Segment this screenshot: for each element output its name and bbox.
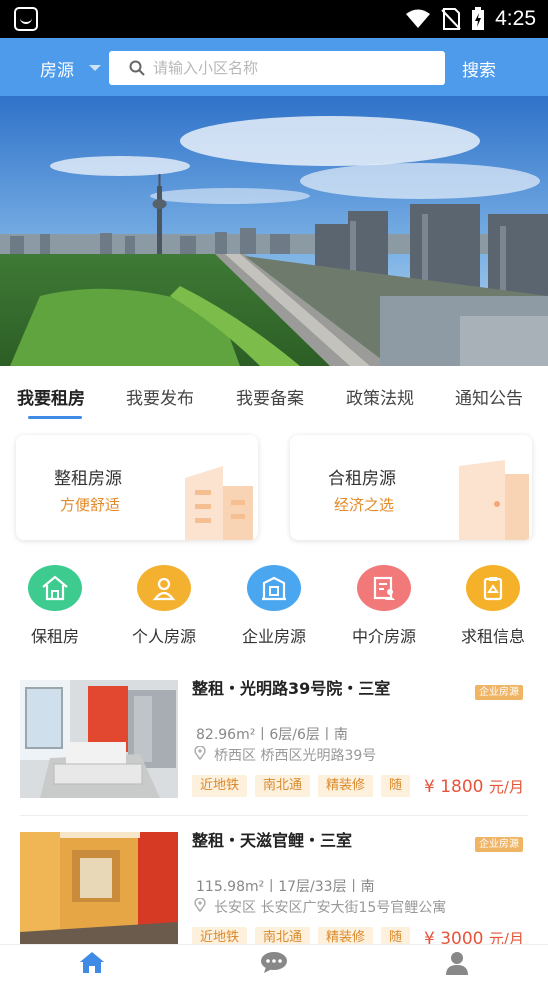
user-icon[interactable] <box>445 951 469 975</box>
wifi-icon <box>406 9 431 28</box>
category-label: 中介房源 <box>351 627 416 646</box>
category-seeking-rent[interactable]: 求租信息 <box>438 565 548 647</box>
tab-bar: 我要租房 我要发布 我要备案 政策法规 通知公告 <box>0 366 548 424</box>
listing-meta: 82.96m²丨6层/6层丨南 <box>196 727 348 743</box>
shared-rent-card[interactable]: 合租房源 经济之选 <box>290 435 532 540</box>
tab-register[interactable]: 我要备案 <box>236 384 304 409</box>
status-bar: 4:25 <box>0 0 548 38</box>
category-label: 保租房 <box>30 627 79 646</box>
person-icon <box>137 565 191 611</box>
listing-tag: 随 <box>381 775 411 797</box>
enterprise-badge: 企业房源 <box>475 685 523 700</box>
search-button[interactable]: 搜索 <box>462 56 496 81</box>
tab-notice[interactable]: 通知公告 <box>455 384 523 409</box>
bottom-nav <box>0 944 548 977</box>
city-banner-image[interactable] <box>0 96 548 366</box>
caret-down-icon[interactable] <box>89 65 101 71</box>
tab-publish[interactable]: 我要发布 <box>126 384 194 409</box>
card-subtitle: 经济之选 <box>334 496 395 514</box>
category-label: 企业房源 <box>241 627 306 646</box>
house-icon <box>28 565 82 611</box>
chat-icon[interactable] <box>260 951 288 973</box>
listing-title: 整租・天滋官鲤・三室 <box>192 831 353 850</box>
tab-policy[interactable]: 政策法规 <box>346 384 414 409</box>
building-illustration-icon <box>185 466 253 540</box>
building-icon <box>247 565 301 611</box>
listing-tag: 南北通 <box>255 775 311 797</box>
category-label: 个人房源 <box>131 627 196 646</box>
top-header: 房源 搜索 <box>0 38 548 96</box>
listing-address: 桥西区 桥西区光明路39号 <box>214 748 377 764</box>
listing-card[interactable]: 整租・光明路39号院・三室 企业房源 82.96m²丨6层/6层丨南 桥西区 桥… <box>0 680 548 830</box>
whole-rent-card[interactable]: 整租房源 方便舒适 <box>16 435 258 540</box>
listing-photo <box>20 680 178 798</box>
location-pin-icon <box>194 898 206 912</box>
category-agency[interactable]: 中介房源 <box>329 565 439 647</box>
agent-doc-icon <box>357 565 411 611</box>
city-selector[interactable]: 房源 <box>40 56 74 81</box>
list-divider <box>20 815 528 816</box>
listing-address: 长安区 长安区广安大街15号官鲤公寓 <box>214 900 447 916</box>
search-icon <box>129 60 145 76</box>
card-title: 整租房源 <box>54 469 122 489</box>
category-personal[interactable]: 个人房源 <box>109 565 219 647</box>
door-illustration-icon <box>459 460 529 540</box>
clipboard-icon <box>466 565 520 611</box>
category-guaranteed-rent[interactable]: 保租房 <box>0 565 110 647</box>
clock: 4:25 <box>495 7 536 30</box>
home-icon[interactable] <box>79 951 105 973</box>
category-label: 求租信息 <box>460 627 525 646</box>
card-title: 合租房源 <box>328 469 396 489</box>
price-value: ¥ 1800 <box>424 777 484 797</box>
search-input[interactable] <box>153 54 433 82</box>
listing-tags: 近地铁 南北通 精装修 随 <box>192 775 411 797</box>
listing-meta: 115.98m²丨17层/33层丨南 <box>196 879 375 895</box>
listing-tag: 精装修 <box>318 775 374 797</box>
listing-tag: 近地铁 <box>192 775 248 797</box>
enterprise-badge: 企业房源 <box>475 837 523 852</box>
tab-rent[interactable]: 我要租房 <box>17 384 85 409</box>
search-box[interactable] <box>109 51 445 85</box>
location-pin-icon <box>194 746 206 760</box>
listing-price: ¥ 1800 元/月 <box>420 776 524 797</box>
card-subtitle: 方便舒适 <box>60 496 121 514</box>
battery-charging-icon <box>472 7 485 30</box>
price-unit: 元/月 <box>488 778 524 796</box>
listing-photo <box>20 832 178 950</box>
active-tab-indicator <box>28 416 82 419</box>
listing-title: 整租・光明路39号院・三室 <box>192 679 391 698</box>
category-enterprise[interactable]: 企业房源 <box>219 565 329 647</box>
app-notification-icon <box>14 7 38 31</box>
no-sim-icon <box>441 8 461 30</box>
